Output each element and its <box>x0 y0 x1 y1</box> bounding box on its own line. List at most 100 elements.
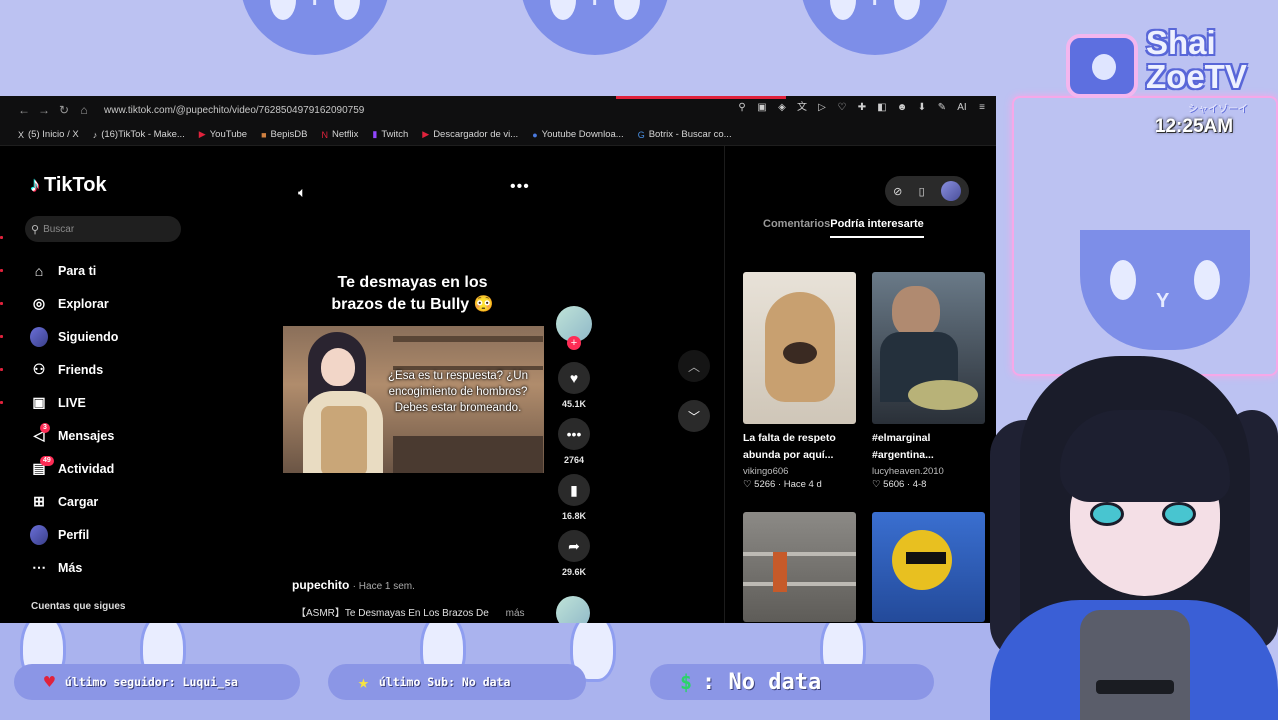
sidebar-item-profile[interactable]: Perfil <box>30 518 118 551</box>
recommended-title: #elmarginal #argentina... <box>872 432 934 461</box>
download-icon[interactable]: ⬇ <box>916 102 928 114</box>
video-player[interactable]: ¿Esa es tu respuesta? ¿Un encogimiento d… <box>283 326 544 473</box>
netflix-icon: N <box>321 129 328 140</box>
author-name[interactable]: pupechito <box>292 578 349 592</box>
video-options-icon[interactable]: ••• <box>510 178 530 196</box>
recommended-card[interactable] <box>743 512 856 622</box>
chevron-down-icon: ﹀ <box>687 409 700 424</box>
tv-bunny-icon <box>1066 34 1138 98</box>
live-icon: ▣ <box>32 394 46 410</box>
sidebar-nav: ⌂ Para ti ◎ Explorar Siguiendo ⚇ Friends ▣ L… <box>30 254 118 584</box>
user-avatar[interactable] <box>940 181 961 201</box>
google-icon: G <box>637 129 645 140</box>
sidebar-item-friends[interactable]: ⚇ Friends <box>30 353 118 386</box>
url-field[interactable]: www.tiktok.com/@pupechito/video/76285049… <box>104 105 364 116</box>
bookmark-youtube-downloader[interactable]: ● Youtube Downloa... <box>532 129 623 140</box>
sidebar-item-for-you[interactable]: ⌂ Para ti <box>30 254 118 287</box>
sidebar-item-explore[interactable]: ◎ Explorar <box>30 287 118 320</box>
video-author-line: pupechito · Hace 1 sem. <box>292 578 415 592</box>
recommended-card[interactable] <box>872 512 985 622</box>
tiktok-logo[interactable]: ♪ TikTok <box>30 174 107 197</box>
recommended-title: La falta de respeto abunda por aquí... <box>743 432 836 461</box>
shield-icon[interactable]: ◈ <box>776 102 788 114</box>
volume-icon[interactable]: 🔈︎ <box>298 184 306 201</box>
recommended-thumbnail <box>872 512 985 622</box>
bookmark-icon: ▮ <box>570 481 578 498</box>
globe-icon: ● <box>532 129 538 140</box>
tiktok-icon: ♪ <box>92 129 98 140</box>
messages-badge: 3 <box>40 422 50 433</box>
donation-bar: $ : No data <box>650 664 934 700</box>
sidebar-item-messages[interactable]: ◁ 3 Mensajes <box>30 419 118 452</box>
more-icon: ⋯ <box>32 559 46 575</box>
extensions-icon[interactable]: ✚ <box>856 102 868 114</box>
sidebar-item-following[interactable]: Siguiendo <box>30 320 118 353</box>
video-feed: 🔈︎ ••• Te desmayas en los brazos de tu B… <box>200 146 724 623</box>
bookmark-x[interactable]: X (5) Inicio / X <box>18 129 79 140</box>
share-button[interactable]: ➦ <box>558 530 590 562</box>
site-info-icon[interactable]: ⌂ <box>74 103 94 117</box>
bookmark-twitch[interactable]: ▮ Twitch <box>372 129 408 140</box>
recommended-card[interactable]: La falta de respeto abunda por aquí... vi… <box>743 272 856 490</box>
play-icon[interactable]: ▷ <box>816 102 828 114</box>
sidebar-item-more[interactable]: ⋯ Más <box>30 551 118 584</box>
heart-icon[interactable]: ♡ <box>836 102 848 114</box>
bookmark-youtube[interactable]: ▶ YouTube <box>199 129 247 140</box>
creator-avatar[interactable]: + <box>556 306 592 350</box>
share-icon: ➦ <box>568 537 580 554</box>
forward-icon[interactable]: → <box>34 103 54 117</box>
recommended-stats: ♡ 5266 · Hace 4 d <box>743 479 822 490</box>
save-button[interactable]: ▮ <box>558 474 590 506</box>
previous-video-button[interactable]: ︿ <box>678 350 710 382</box>
side-panel: ⊘ ▯ Comentarios Podría interesarte La fa… <box>724 146 996 623</box>
video-actions: + ♥ 45.1K ••• 2764 ▮ 16.8K ➦ 29.6K <box>555 306 593 586</box>
tiktok-page: ♪ TikTok ⚲ ⌂Para ti ◎Explorar Siguiendo … <box>0 146 996 623</box>
menu-icon[interactable]: ≡ <box>976 102 988 114</box>
pin-icon[interactable]: ⚲ <box>736 102 748 114</box>
explore-icon[interactable]: ⊘ <box>893 185 902 198</box>
bookmark-tiktok[interactable]: ♪ (16)TikTok - Make... <box>93 129 185 140</box>
device-icon[interactable]: ▯ <box>919 185 925 198</box>
bookmark-botrix[interactable]: G Botrix - Buscar co... <box>638 129 732 140</box>
bookmark-netflix[interactable]: N Netflix <box>321 129 358 140</box>
last-sub-bar: ★ último Sub: No data <box>328 664 586 700</box>
translate-icon[interactable]: 文 <box>796 102 808 114</box>
tab-suggested[interactable]: Podría interesarte <box>830 218 924 238</box>
x-icon: X <box>18 129 25 140</box>
wallet-icon[interactable]: ◧ <box>876 102 888 114</box>
recommended-card[interactable]: #elmarginal #argentina... lucyheaven.2010… <box>872 272 985 490</box>
sidebar-item-activity[interactable]: ▤ 49 Actividad <box>30 452 118 485</box>
sidebar-item-live[interactable]: ▣ LIVE <box>30 386 118 419</box>
profile-icon[interactable]: ☻ <box>896 102 908 114</box>
search-box[interactable]: ⚲ <box>25 216 181 242</box>
settings-icon[interactable]: ✎ <box>936 102 948 114</box>
address-bar: ← → ↻ ⌂ www.tiktok.com/@pupechito/video/… <box>0 96 996 124</box>
bookmark-video-downloader[interactable]: ▶ Descargador de vi... <box>422 129 518 140</box>
recommended-author[interactable]: vikingo606 <box>743 466 856 477</box>
search-input[interactable] <box>43 223 164 235</box>
following-accounts-title: Cuentas que sigues <box>31 601 126 612</box>
sidebar-item-upload[interactable]: ⊞ Cargar <box>30 485 118 518</box>
chevron-up-icon: ︿ <box>687 359 700 374</box>
reload-icon[interactable]: ↻ <box>54 103 74 117</box>
back-icon[interactable]: ← <box>14 103 34 117</box>
follow-plus-icon[interactable]: + <box>567 336 581 350</box>
heart-icon: ♥ <box>44 671 55 693</box>
following-avatar-icon <box>30 326 48 347</box>
edge-markers <box>0 236 4 434</box>
dollar-icon: $ <box>680 670 693 694</box>
comment-button[interactable]: ••• <box>558 418 590 450</box>
next-creator-avatar[interactable] <box>556 596 590 623</box>
description-more-link[interactable]: más <box>506 608 525 619</box>
comment-icon: ••• <box>566 426 582 442</box>
bookmark-bepisdb[interactable]: ■ BepisDB <box>261 129 307 140</box>
ai-icon[interactable]: AI <box>956 102 968 114</box>
next-video-button[interactable]: ﹀ <box>678 400 710 432</box>
heart-icon: ♥ <box>569 370 579 386</box>
recommended-author[interactable]: lucyheaven.2010 <box>872 466 985 477</box>
like-button[interactable]: ♥ <box>558 362 590 394</box>
screenshot-icon[interactable]: ▣ <box>756 102 768 114</box>
star-icon: ★ <box>358 671 369 693</box>
tab-comments[interactable]: Comentarios <box>763 218 830 238</box>
like-count: 45.1K <box>561 399 587 409</box>
